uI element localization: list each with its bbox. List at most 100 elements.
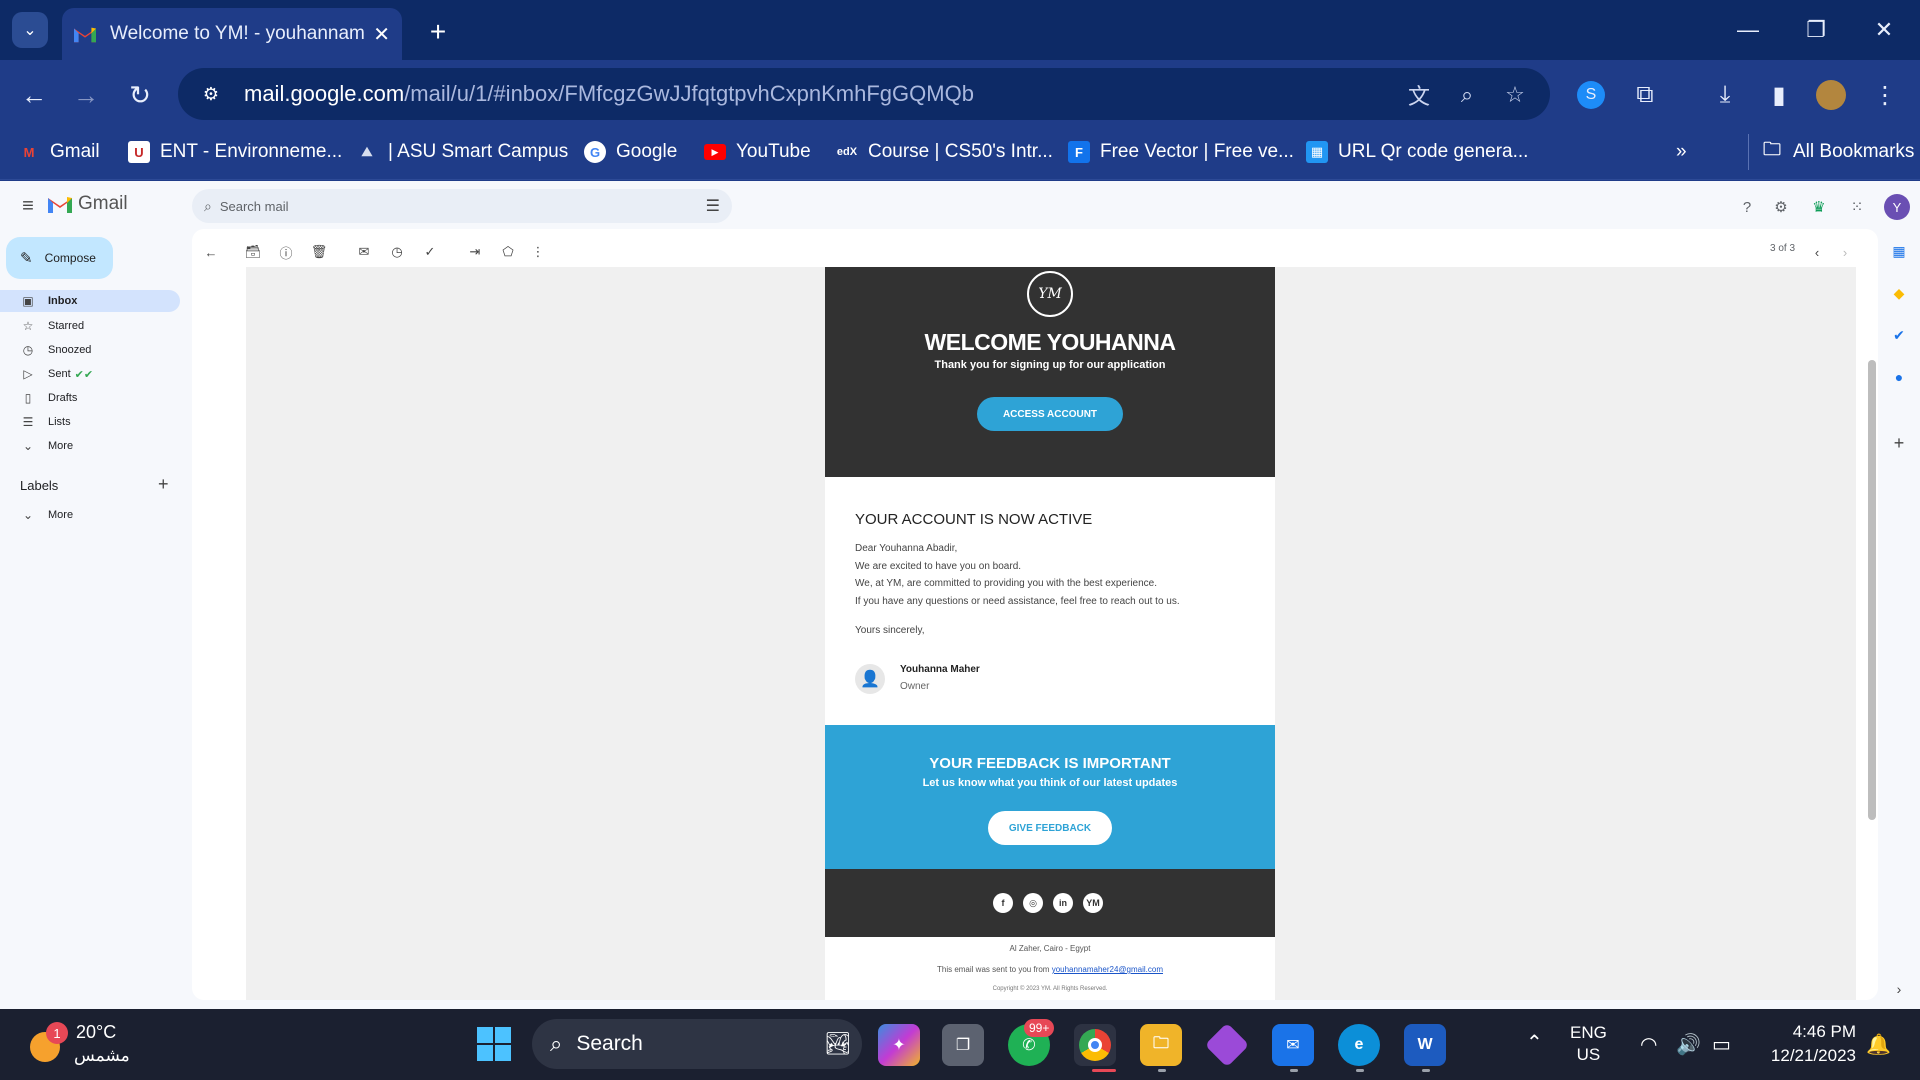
bookmark-asu[interactable]: ⛰ | ASU Smart Campus — [356, 134, 569, 170]
bookmark-ent[interactable]: U ENT - Environneme... — [128, 134, 342, 170]
restore-button[interactable]: ❐ — [1788, 12, 1844, 48]
file-explorer-icon[interactable]: 🗀 — [1140, 1024, 1182, 1066]
start-button[interactable] — [474, 1024, 514, 1064]
delete-icon[interactable]: 🗑 — [308, 241, 330, 263]
address-bar[interactable]: ⚙ mail.google.com/mail/u/1/#inbox/FMfcgz… — [178, 68, 1550, 120]
new-tab-button[interactable]: + — [420, 14, 456, 50]
gmail-logo[interactable]: Gmail — [48, 193, 128, 215]
settings-gear-icon[interactable]: ⚙ — [1770, 196, 1792, 218]
back-to-inbox-icon[interactable]: ← — [200, 241, 222, 263]
active-tab[interactable]: Welcome to YM! - youhannama ✕ — [62, 8, 402, 60]
weather-condition: مشمس — [74, 1046, 130, 1065]
label-icon[interactable]: ⬠ — [497, 241, 519, 263]
sidebar-item-sent[interactable]: ▷ Sent ✔✔ — [0, 363, 93, 385]
give-feedback-button[interactable]: GIVE FEEDBACK — [988, 811, 1112, 845]
language-indicator[interactable]: ENG US — [1570, 1022, 1607, 1066]
ym-website-icon[interactable]: YM — [1083, 893, 1103, 913]
zoom-icon[interactable]: ⌕ — [1450, 78, 1484, 112]
help-icon[interactable]: ? — [1736, 196, 1758, 218]
linkedin-icon[interactable]: in — [1053, 893, 1073, 913]
back-icon[interactable]: ← — [14, 75, 54, 115]
sidebar-item-lists[interactable]: ☰ Lists — [0, 411, 71, 433]
bookmark-google[interactable]: G Google — [584, 134, 677, 170]
sidebar-item-drafts[interactable]: ▯ Drafts — [0, 387, 78, 409]
contacts-icon[interactable]: ● — [1886, 364, 1912, 390]
forward-icon[interactable]: → — [66, 75, 106, 115]
profile-avatar[interactable] — [1812, 76, 1850, 114]
facebook-icon[interactable]: f — [993, 893, 1013, 913]
instagram-icon[interactable]: ◎ — [1023, 893, 1043, 913]
task-view-icon[interactable]: ❐ — [942, 1024, 984, 1066]
taskbar-search[interactable]: ⌕ Search 🏞 — [532, 1019, 862, 1069]
tab-search-button[interactable]: ⌄ — [12, 12, 48, 48]
chrome-icon[interactable] — [1074, 1024, 1116, 1066]
download-icon[interactable]: ⤓ — [1706, 76, 1744, 114]
apps-grid-icon[interactable]: ⁙ — [1846, 196, 1868, 218]
translate-icon[interactable]: 文 — [1402, 78, 1436, 112]
mark-unread-icon[interactable]: ✉ — [353, 241, 375, 263]
access-account-button[interactable]: ACCESS ACCOUNT — [977, 397, 1123, 431]
freepik-icon: F — [1068, 141, 1090, 163]
side-panel-icon[interactable]: ▮ — [1760, 76, 1798, 114]
all-bookmarks-button[interactable]: 🗀 All Bookmarks — [1748, 134, 1914, 170]
close-window-button[interactable]: ✕ — [1856, 12, 1912, 48]
scrollbar[interactable] — [1868, 360, 1876, 820]
wifi-icon[interactable]: ◠ — [1640, 1032, 1657, 1057]
word-icon[interactable]: W — [1404, 1024, 1446, 1066]
more-actions-icon[interactable]: ⋮ — [527, 241, 549, 263]
main-menu-icon[interactable]: ≡ — [14, 192, 42, 220]
snooze-icon[interactable]: ◷ — [386, 241, 408, 263]
bookmark-gmail[interactable]: M Gmail — [18, 134, 100, 170]
calendar-icon[interactable]: ▦ — [1886, 238, 1912, 264]
sidebar-item-starred[interactable]: ☆ Starred — [0, 315, 84, 337]
welcome-heading: WELCOME YOUHANNA — [924, 329, 1176, 355]
copilot-pre-icon[interactable]: ✦ — [878, 1024, 920, 1066]
battery-icon[interactable]: ▭ — [1712, 1032, 1731, 1057]
show-side-panel-icon[interactable]: › — [1886, 976, 1912, 1002]
body-line: Dear Youhanna Abadir, — [855, 543, 958, 554]
newer-chevron-icon[interactable]: ‹ — [1806, 241, 1828, 263]
menu-kebab-icon[interactable]: ⋮ — [1866, 76, 1904, 114]
sidebar-item-snoozed[interactable]: ◷ Snoozed — [0, 339, 92, 361]
more-bookmarks-chevron-icon[interactable]: » — [1676, 134, 1687, 170]
labels-more[interactable]: ⌄ More — [0, 504, 73, 526]
bookmark-qr[interactable]: ▦ URL Qr code genera... — [1306, 134, 1528, 170]
mail-app-icon[interactable]: ✉ — [1272, 1024, 1314, 1066]
notifications-bell-icon[interactable]: 🔔 — [1866, 1032, 1891, 1057]
compose-button[interactable]: ✎ Compose — [6, 237, 113, 279]
sender-email-link[interactable]: youhannamaher24@gmail.com — [1052, 965, 1163, 974]
sidebar-item-inbox[interactable]: ▣ Inbox — [0, 290, 180, 312]
volume-icon[interactable]: 🔊 — [1676, 1032, 1701, 1057]
move-to-icon[interactable]: ⇥ — [464, 241, 486, 263]
bookmark-star-icon[interactable]: ☆ — [1498, 78, 1532, 112]
edx-icon: edX — [836, 146, 858, 158]
pencil-icon: ✎ — [20, 250, 33, 267]
add-label-icon[interactable]: + — [158, 474, 169, 495]
pagination-count: 3 of 3 — [1770, 243, 1796, 254]
tab-close-icon[interactable]: ✕ — [373, 22, 390, 47]
site-info-icon[interactable]: ⚙ — [196, 79, 226, 109]
bookmark-cs50[interactable]: edX Course | CS50's Intr... — [836, 134, 1053, 170]
add-task-icon[interactable]: ✓ — [419, 241, 441, 263]
extensions-icon[interactable]: ⧉ — [1626, 76, 1664, 114]
search-options-icon[interactable]: ☰ — [706, 196, 720, 216]
account-avatar[interactable]: Y — [1884, 194, 1910, 220]
reload-icon[interactable]: ↻ — [120, 75, 160, 115]
shazam-extension-icon[interactable]: S — [1572, 76, 1610, 114]
archive-icon[interactable]: 🗃 — [242, 241, 264, 263]
sidebar-item-more[interactable]: ⌄ More — [0, 435, 73, 457]
bookmark-freepik[interactable]: F Free Vector | Free ve... — [1068, 134, 1294, 170]
bookmark-youtube[interactable]: ▶ YouTube — [704, 134, 811, 170]
keep-icon[interactable]: ◆ — [1886, 280, 1912, 306]
minimize-button[interactable]: — — [1720, 12, 1776, 48]
tasks-icon[interactable]: ✔ — [1886, 322, 1912, 348]
report-spam-icon[interactable]: ⓘ — [275, 241, 297, 263]
weather-widget[interactable]: 1 20°C مشمس — [28, 1022, 148, 1070]
show-hidden-icons-chevron-icon[interactable]: ⌃ — [1526, 1030, 1543, 1055]
body-line: We are excited to have you on board. — [855, 560, 1022, 572]
clock[interactable]: 4:46 PM 12/21/2023 — [1760, 1020, 1856, 1068]
search-mail-input[interactable]: ⌕ Search mail ☰ — [192, 189, 732, 223]
edge-icon[interactable]: e — [1338, 1024, 1380, 1066]
older-chevron-icon[interactable]: › — [1834, 241, 1856, 263]
get-addons-icon[interactable]: + — [1886, 430, 1912, 456]
